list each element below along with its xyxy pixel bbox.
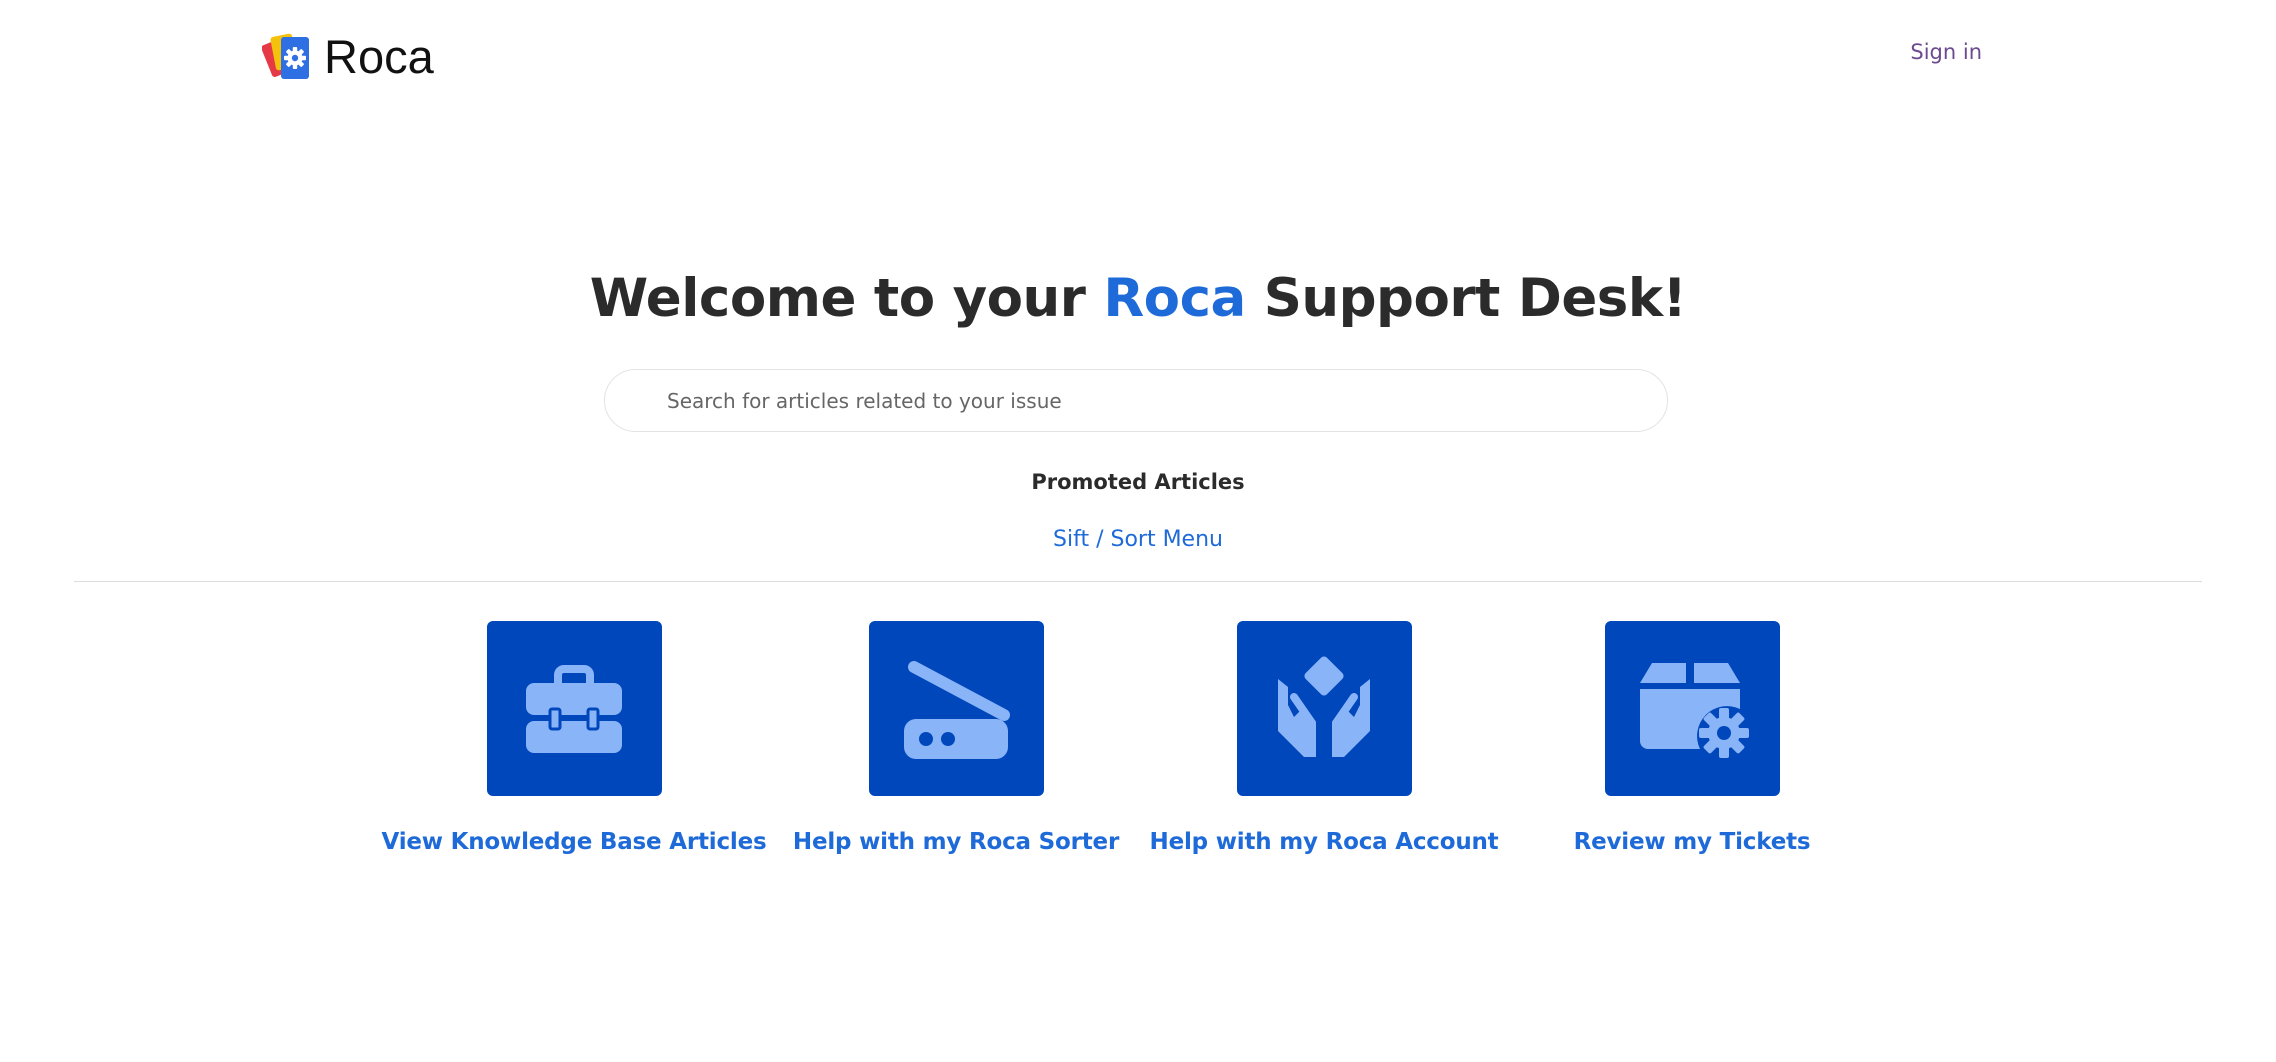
section-divider <box>74 581 2202 582</box>
toolbox-icon <box>526 664 622 753</box>
logo-text: Roca <box>324 29 434 83</box>
tile-icon-box <box>1604 621 1780 796</box>
tile-label[interactable]: Review my Tickets <box>1574 829 1811 855</box>
support-desk-page: Roca Sign in Welcome to your Roca Suppor… <box>0 0 2276 1062</box>
promoted-article-list: Sift / Sort Menu <box>0 527 2276 552</box>
tile-label[interactable]: Help with my Roca Account <box>1150 829 1499 855</box>
roca-logo[interactable]: Roca <box>262 28 434 84</box>
hands-holding-diamond-icon <box>1278 655 1370 757</box>
page-title: Welcome to your Roca Support Desk! <box>0 268 2276 329</box>
search-input[interactable] <box>665 387 1667 414</box>
tile-label[interactable]: View Knowledge Base Articles <box>382 829 767 855</box>
title-prefix: Welcome to your <box>589 268 1104 329</box>
sign-in-link[interactable]: Sign in <box>1910 40 1982 64</box>
roca-cards-gear-icon <box>262 33 309 79</box>
promoted-articles-heading: Promoted Articles <box>1031 470 1245 494</box>
tile-icon-box <box>868 621 1044 796</box>
box-gear-icon <box>1640 662 1749 758</box>
tile-icon-box <box>1236 621 1412 796</box>
title-suffix: Support Desk! <box>1245 268 1687 329</box>
tile-icon-box <box>486 621 662 796</box>
promoted-article-link[interactable]: Sift / Sort Menu <box>1053 527 1223 552</box>
tile-review-tickets[interactable]: Review my Tickets <box>1492 621 1892 855</box>
tile-roca-sorter[interactable]: Help with my Roca Sorter <box>756 621 1156 855</box>
search-bar[interactable] <box>604 369 1668 432</box>
title-brand: Roca <box>1103 268 1246 329</box>
tile-knowledge-base[interactable]: View Knowledge Base Articles <box>374 621 774 855</box>
tile-roca-account[interactable]: Help with my Roca Account <box>1124 621 1524 855</box>
scanner-icon <box>904 660 1010 759</box>
tile-label[interactable]: Help with my Roca Sorter <box>793 829 1119 855</box>
